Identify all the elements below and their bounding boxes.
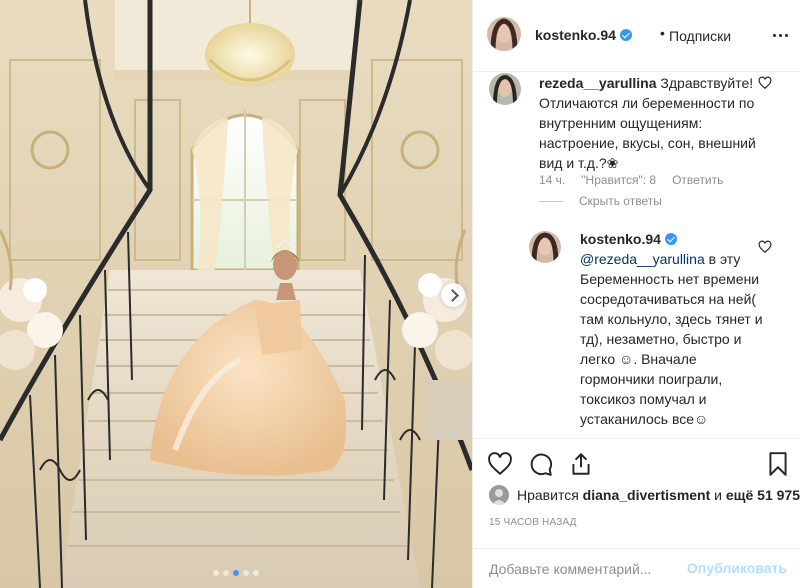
likes-middle: и (714, 487, 722, 503)
reply-body: в эту Беременность нет времени сосредота… (580, 251, 763, 427)
carousel-dot (253, 570, 259, 576)
likes-count-button[interactable]: ещё 51 975 (726, 487, 800, 503)
verified-badge-icon (664, 233, 677, 245)
likes-summary: Нравится diana_divertisment и ещё 51 975 (489, 485, 800, 505)
reply-mention[interactable]: @rezeda__yarullina (580, 251, 705, 267)
comment-input[interactable] (489, 559, 679, 579)
carousel-dot (223, 570, 229, 576)
reply-text: kostenko.94 @rezeda__yarullina в эту Бер… (580, 229, 768, 429)
post-timestamp[interactable]: 15 ЧАСОВ НАЗАД (489, 517, 577, 528)
comment-text: rezeda__yarullina Здравствуйте! Отличают… (539, 73, 759, 173)
next-photo-button[interactable] (441, 283, 465, 307)
heart-icon[interactable] (487, 451, 513, 477)
profile-photo-icon (489, 73, 521, 105)
comment-bubble-icon[interactable] (528, 451, 554, 477)
reply-button[interactable]: Ответить (672, 173, 723, 187)
comment-likes-count[interactable]: "Нравится": 8 (581, 173, 656, 187)
post-actions: Нравится diana_divertisment и ещё 51 975… (473, 438, 800, 548)
carousel-indicator (0, 570, 472, 576)
post-photo[interactable] (0, 0, 472, 588)
hide-replies-button[interactable]: Скрыть ответы (539, 194, 662, 208)
hide-replies-label: Скрыть ответы (579, 194, 662, 208)
profile-photo-icon (489, 485, 509, 505)
carousel-dot (233, 570, 239, 576)
comment-meta: 14 ч. "Нравится": 8 Ответить (539, 173, 723, 187)
publish-button[interactable]: Опубликовать (687, 560, 787, 576)
profile-photo-icon (487, 17, 521, 51)
liker-username[interactable]: diana_divertisment (583, 487, 711, 503)
header-separator: • (660, 25, 665, 41)
commenter-avatar[interactable] (529, 231, 561, 263)
bookmark-icon[interactable] (765, 451, 791, 477)
reply-username[interactable]: kostenko.94 (580, 231, 661, 247)
commenter-avatar[interactable] (489, 73, 521, 105)
comment-time[interactable]: 14 ч. (539, 173, 565, 187)
liker-avatar[interactable] (489, 485, 509, 505)
comment-like-heart-icon[interactable] (758, 240, 772, 254)
add-comment-section: Опубликовать (473, 548, 800, 588)
carousel-dot (243, 570, 249, 576)
comment-username[interactable]: rezeda__yarullina (539, 75, 657, 91)
post-sidebar: kostenko.94 • Подписки rezeda__yarullina… (472, 0, 800, 588)
more-options-icon[interactable] (771, 26, 789, 44)
comment-like-heart-icon[interactable] (758, 76, 772, 90)
staircase-bride-photo (0, 0, 472, 588)
likes-prefix: Нравится (517, 487, 579, 503)
verified-badge-icon (619, 29, 632, 41)
post-author[interactable]: kostenko.94 (535, 27, 632, 43)
comments-list[interactable]: rezeda__yarullina Здравствуйте! Отличают… (473, 73, 800, 438)
post-author-username[interactable]: kostenko.94 (535, 27, 616, 43)
avatar[interactable] (487, 17, 521, 51)
post-header: kostenko.94 • Подписки (473, 0, 800, 72)
share-icon[interactable] (568, 451, 594, 477)
carousel-dot (213, 570, 219, 576)
profile-photo-icon (529, 231, 561, 263)
following-button[interactable]: Подписки (669, 28, 731, 44)
